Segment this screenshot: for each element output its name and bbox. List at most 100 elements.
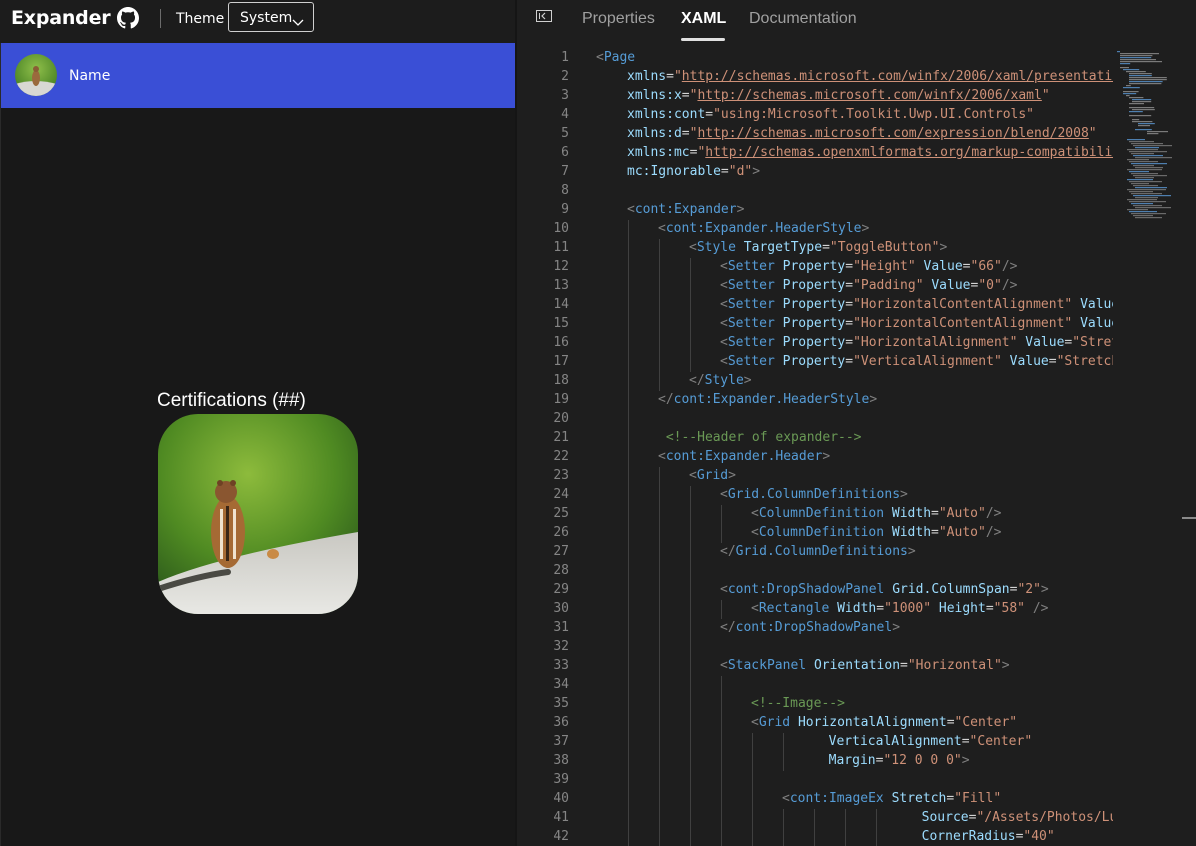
indent-guide bbox=[690, 296, 691, 315]
line-number: 13 bbox=[553, 278, 569, 293]
indent-guide bbox=[628, 714, 629, 733]
indent-guide bbox=[876, 828, 877, 846]
line-number: 21 bbox=[553, 430, 569, 445]
indent-guide bbox=[628, 809, 629, 828]
expander-header[interactable]: Name bbox=[1, 43, 515, 108]
minimap-line bbox=[1120, 61, 1162, 63]
indent-guide bbox=[628, 372, 629, 391]
line-number: 3 bbox=[561, 88, 569, 103]
indent-guide bbox=[752, 752, 753, 771]
minimap-line bbox=[1127, 149, 1158, 151]
indent-guide bbox=[690, 562, 691, 581]
code-text: xmlns="http://schemas.microsoft.com/winf… bbox=[627, 69, 1113, 84]
indent-guide bbox=[721, 733, 722, 752]
code-text: <Rectangle Width="1000" Height="58" /> bbox=[751, 601, 1049, 616]
indent-guide bbox=[659, 277, 660, 296]
minimap-line bbox=[1129, 191, 1153, 193]
indent-guide bbox=[721, 600, 722, 619]
line-number: 28 bbox=[553, 563, 569, 578]
code-text: <cont:DropShadowPanel Grid.ColumnSpan="2… bbox=[720, 582, 1049, 597]
code-line: 41 Source="/Assets/Photos/Lunch.jpg" bbox=[517, 809, 1113, 828]
line-number: 27 bbox=[553, 544, 569, 559]
minimap-line bbox=[1129, 171, 1149, 173]
indent-guide bbox=[690, 505, 691, 524]
minimap-line bbox=[1138, 125, 1150, 127]
indent-guide bbox=[628, 448, 629, 467]
code-line: 1 <Page bbox=[517, 49, 1113, 68]
indent-guide bbox=[659, 828, 660, 846]
indent-guide bbox=[752, 790, 753, 809]
tab-documentation[interactable]: Documentation bbox=[749, 10, 857, 28]
github-icon[interactable] bbox=[117, 7, 139, 29]
minimap-line bbox=[1133, 185, 1158, 187]
code-line: 4 xmlns:cont="using:Microsoft.Toolkit.Uwp… bbox=[517, 106, 1113, 125]
indent-guide bbox=[628, 771, 629, 790]
theme-dropdown[interactable]: System bbox=[228, 2, 314, 32]
indent-guide bbox=[659, 467, 660, 486]
toolbar-divider bbox=[160, 9, 161, 28]
collapse-pane-icon[interactable] bbox=[536, 7, 552, 22]
indent-guide bbox=[628, 695, 629, 714]
line-number: 20 bbox=[553, 411, 569, 426]
minimap-line bbox=[1123, 93, 1137, 95]
minimap-line bbox=[1129, 161, 1158, 163]
indent-guide bbox=[721, 809, 722, 828]
code-text: <cont:Expander> bbox=[627, 202, 745, 217]
code-text: <Style TargetType="ToggleButton"> bbox=[689, 240, 948, 255]
minimap-line bbox=[1126, 95, 1130, 97]
minimap-line bbox=[1127, 179, 1153, 181]
indent-guide bbox=[628, 315, 629, 334]
indent-guide bbox=[628, 467, 629, 486]
code-line: 39 bbox=[517, 771, 1113, 790]
indent-guide bbox=[690, 809, 691, 828]
indent-guide bbox=[690, 657, 691, 676]
xaml-code-editor[interactable]: 1 <Page 2 xmlns="http://schemas.microsoft.c… bbox=[517, 49, 1113, 846]
indent-guide bbox=[690, 828, 691, 846]
minimap-line bbox=[1129, 97, 1144, 99]
code-text: <cont:ImageEx Stretch="Fill" bbox=[782, 791, 1002, 806]
minimap-line bbox=[1129, 103, 1144, 105]
indent-guide bbox=[659, 562, 660, 581]
indent-guide bbox=[690, 790, 691, 809]
code-minimap[interactable] bbox=[1113, 49, 1183, 249]
indent-guide bbox=[690, 600, 691, 619]
indent-guide bbox=[721, 505, 722, 524]
code-text: CornerRadius="40" bbox=[921, 829, 1055, 844]
code-line: 32 bbox=[517, 638, 1113, 657]
code-line: 25 <ColumnDefinition Width="Auto"/> bbox=[517, 505, 1113, 524]
code-line: 3 xmlns:x="http://schemas.microsoft.com/w… bbox=[517, 87, 1113, 106]
minimap-line bbox=[1135, 217, 1162, 219]
indent-guide bbox=[690, 524, 691, 543]
indent-guide bbox=[721, 676, 722, 695]
code-line: 21 <!--Header of expander--> bbox=[517, 429, 1113, 448]
minimap-line bbox=[1129, 141, 1154, 143]
active-tab-indicator bbox=[681, 38, 725, 41]
tab-xaml[interactable]: XAML bbox=[681, 10, 726, 28]
certifications-title: Certifications (##) bbox=[157, 390, 306, 411]
code-text: <cont:Expander.Header> bbox=[658, 449, 831, 464]
tab-properties[interactable]: Properties bbox=[582, 10, 655, 28]
code-text: <cont:Expander.HeaderStyle> bbox=[658, 221, 870, 236]
minimap-line bbox=[1133, 175, 1167, 177]
minimap-line bbox=[1127, 209, 1148, 211]
indent-guide bbox=[752, 733, 753, 752]
line-number: 42 bbox=[553, 829, 569, 844]
line-number: 31 bbox=[553, 620, 569, 635]
indent-guide bbox=[690, 486, 691, 505]
code-line: 26 <ColumnDefinition Width="Auto"/> bbox=[517, 524, 1113, 543]
editor-scrollbar[interactable] bbox=[1182, 517, 1196, 519]
line-number: 18 bbox=[553, 373, 569, 388]
indent-guide bbox=[690, 581, 691, 600]
code-text: Source="/Assets/Photos/Lunch.jpg" bbox=[921, 810, 1113, 825]
minimap-line bbox=[1120, 57, 1152, 59]
indent-guide bbox=[659, 695, 660, 714]
code-line: 24 <Grid.ColumnDefinitions> bbox=[517, 486, 1113, 505]
minimap-line bbox=[1133, 145, 1172, 147]
line-number: 25 bbox=[553, 506, 569, 521]
indent-guide bbox=[659, 733, 660, 752]
code-line: 28 bbox=[517, 562, 1113, 581]
line-number: 11 bbox=[553, 240, 569, 255]
minimap-line bbox=[1127, 199, 1157, 201]
line-number: 12 bbox=[553, 259, 569, 274]
code-text: <Setter Property="Padding" Value="0"/> bbox=[720, 278, 1018, 293]
